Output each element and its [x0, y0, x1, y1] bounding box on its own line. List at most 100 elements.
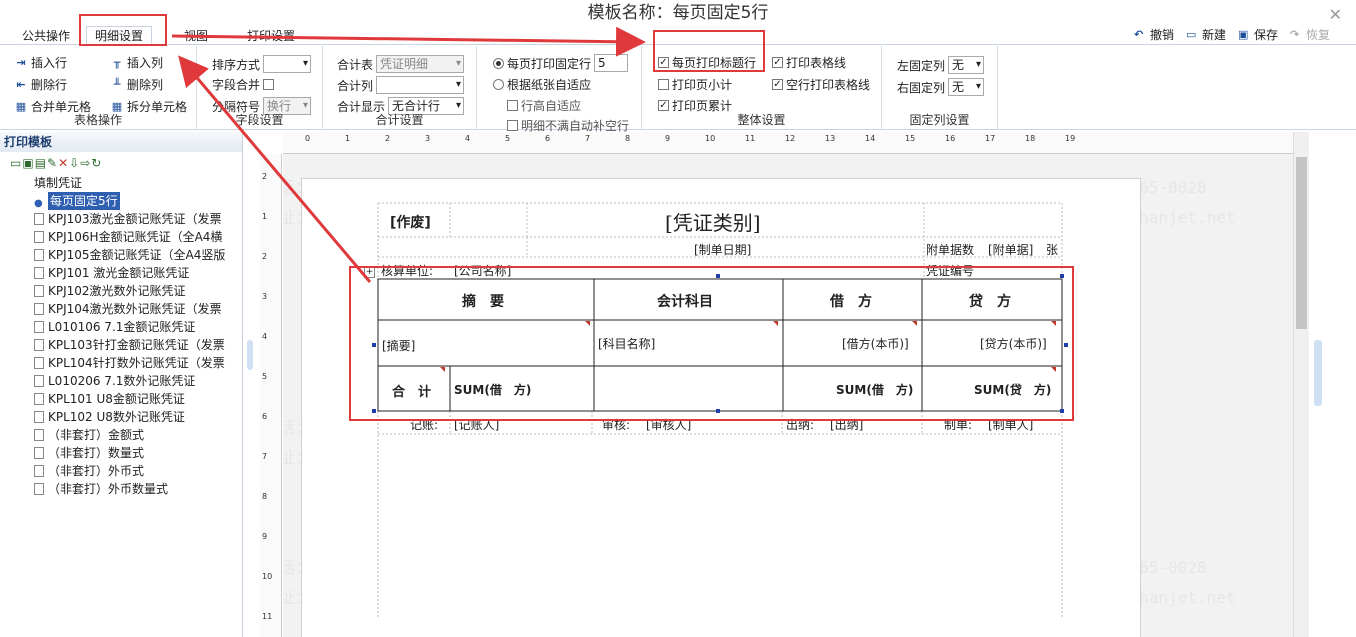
- print-cumulative-checkbox[interactable]: ✓: [658, 100, 669, 111]
- merge-field-checkbox[interactable]: [263, 79, 275, 90]
- save-button[interactable]: ▣ 保存: [1238, 26, 1278, 43]
- auto-fit-option[interactable]: 根据纸张自适应: [493, 76, 591, 93]
- tree-item[interactable]: KPJ104激光数外记账凭证（发票: [34, 300, 228, 318]
- print-subtotal-option[interactable]: 打印页小计: [658, 76, 732, 93]
- insert-col-icon: ╥: [113, 55, 121, 69]
- tree-item[interactable]: KPL101 U8金额记账凭证: [34, 390, 228, 408]
- delete-row-button[interactable]: ⇤ 删除行: [14, 76, 67, 93]
- scroll-thumb[interactable]: [1296, 157, 1307, 329]
- blank-grid-checkbox[interactable]: ✓: [772, 79, 783, 90]
- group-fixed-col: 左固定列无 右固定列无 固定列设置: [882, 46, 998, 130]
- blank-grid-option[interactable]: ✓ 空行打印表格线: [772, 76, 870, 93]
- vertical-scrollbar[interactable]: [1293, 132, 1309, 637]
- date-field[interactable]: [制单日期]: [694, 241, 751, 258]
- save-template-icon[interactable]: ▣: [22, 156, 33, 170]
- redo-icon: ↷: [1289, 27, 1300, 41]
- tree-item[interactable]: L010206 7.1数外记账凭证: [34, 372, 228, 390]
- group-label: 表格操作: [73, 113, 122, 127]
- tree-item-label: 每页固定5行: [48, 192, 120, 210]
- sort-select[interactable]: [263, 55, 312, 73]
- document-icon: [34, 483, 44, 495]
- delete-col-button[interactable]: ╨ 删除列: [110, 76, 163, 93]
- tree-item-label: KPJ104激光数外记账凭证（发票: [48, 302, 222, 316]
- ruler-tick-label: 3: [425, 134, 431, 143]
- undo-button[interactable]: ↶ 撤销: [1134, 26, 1174, 43]
- print-subtotal-checkbox[interactable]: [658, 79, 669, 90]
- tree-item[interactable]: KPL104针打数外记账凭证（发票: [34, 354, 228, 372]
- tree-item[interactable]: L010106 7.1金额记账凭证: [34, 318, 228, 336]
- document-icon: [34, 231, 44, 243]
- ruler-tick-label: 3: [262, 292, 268, 301]
- new-button[interactable]: ▭ 新建: [1186, 26, 1226, 43]
- fixed-rows-radio[interactable]: [493, 57, 504, 69]
- document-icon: [34, 375, 44, 387]
- export-template-icon[interactable]: ⇨: [80, 156, 90, 170]
- edit-template-icon[interactable]: ✎: [47, 156, 57, 170]
- tree-item-label: KPJ103激光金额记账凭证（发票: [48, 212, 222, 226]
- tree-root[interactable]: 填制凭证: [34, 174, 242, 192]
- redo-button[interactable]: ↷ 恢复: [1290, 26, 1330, 43]
- top-toolbar: ↶ 撤销 ▭ 新建 ▣ 保存 ↷ 恢复: [1134, 26, 1330, 43]
- tree-item[interactable]: KPJ105金额记账凭证（全A4竖版: [34, 246, 228, 264]
- fill-rows-checkbox[interactable]: [507, 120, 518, 131]
- total-table-select[interactable]: 凭证明细: [376, 55, 465, 73]
- tree-item[interactable]: KPJ103激光金额记账凭证（发票: [34, 210, 228, 228]
- import-template-icon[interactable]: ⇩: [69, 156, 79, 170]
- tree-item-label: （非套打）外币数量式: [48, 482, 169, 496]
- row-height-checkbox[interactable]: [507, 100, 518, 111]
- tree-item[interactable]: KPL102 U8数外记账凭证: [34, 408, 228, 426]
- right-splitter[interactable]: [1314, 340, 1322, 406]
- tree-item[interactable]: （非套打）外币式: [34, 462, 228, 480]
- close-icon[interactable]: ✕: [1329, 5, 1342, 24]
- tree-item-label: KPL104针打数外记账凭证（发票: [48, 356, 225, 370]
- ruler-tick-label: 4: [262, 332, 268, 341]
- ruler-tick-label: 19: [1065, 134, 1076, 143]
- tree-item[interactable]: KPJ106H金额记账凭证（全A4横: [34, 228, 228, 246]
- print-grid-option[interactable]: ✓ 打印表格线: [772, 54, 846, 71]
- fixed-rows-option[interactable]: 每页打印固定行 5: [493, 54, 629, 72]
- total-col-select[interactable]: [376, 76, 465, 94]
- new-template-icon[interactable]: ▭: [10, 156, 21, 170]
- attach-unit: 张: [1046, 243, 1059, 257]
- fixed-rows-input[interactable]: 5: [594, 54, 629, 72]
- ruler-tick-label: 15: [905, 134, 916, 143]
- document-icon: [34, 321, 44, 333]
- document-icon: [34, 339, 44, 351]
- refresh-template-icon[interactable]: ↻: [91, 156, 101, 170]
- attach-label: 附单据数: [926, 243, 975, 257]
- document-icon: [34, 393, 44, 405]
- insert-col-button[interactable]: ╥ 插入列: [110, 54, 163, 71]
- tree-item[interactable]: KPJ101 激光金额记账凭证: [34, 264, 228, 282]
- ruler-tick-label: 2: [262, 252, 268, 261]
- saveas-template-icon[interactable]: ▤: [35, 156, 46, 170]
- right-fixed-select[interactable]: 无: [948, 78, 985, 96]
- group-label: 整体设置: [737, 113, 786, 127]
- row-height-option[interactable]: 行高自适应: [507, 97, 581, 114]
- group-label: 合计设置: [375, 113, 424, 127]
- left-ruler: 2 1 2 3 4 5 6 7 8 9 10 11: [260, 154, 282, 637]
- tree-item[interactable]: KPJ102激光数外记账凭证: [34, 282, 228, 300]
- print-grid-checkbox[interactable]: ✓: [772, 57, 783, 68]
- left-splitter[interactable]: [247, 340, 253, 370]
- tree-item[interactable]: （非套打）外币数量式: [34, 480, 228, 498]
- document-icon: [34, 303, 44, 315]
- auto-fit-radio[interactable]: [493, 79, 504, 90]
- ruler-tick-label: 10: [705, 134, 716, 143]
- void-field[interactable]: [作废]: [390, 212, 431, 232]
- ruler-tick-label: 5: [262, 372, 268, 381]
- delete-template-icon[interactable]: ✕: [58, 156, 68, 170]
- delete-col-icon: ╨: [113, 77, 121, 91]
- tree-item[interactable]: （非套打）数量式: [34, 444, 228, 462]
- highlight-option: [653, 30, 765, 72]
- voucher-type-title[interactable]: [凭证类别]: [665, 207, 761, 236]
- left-fixed-select[interactable]: 无: [948, 56, 985, 74]
- tree-item[interactable]: （非套打）金额式: [34, 426, 228, 444]
- tab-view[interactable]: 视图: [184, 27, 208, 45]
- attach-field[interactable]: [附单据]: [988, 241, 1033, 258]
- tree-item-selected[interactable]: ● 每页固定5行: [34, 192, 228, 210]
- tab-common[interactable]: 公共操作: [22, 27, 70, 45]
- tree-item[interactable]: KPL103针打金额记账凭证（发票: [34, 336, 228, 354]
- insert-row-icon: ⇥: [16, 55, 26, 69]
- insert-row-button[interactable]: ⇥ 插入行: [14, 54, 67, 71]
- tab-print-settings[interactable]: 打印设置: [247, 27, 295, 45]
